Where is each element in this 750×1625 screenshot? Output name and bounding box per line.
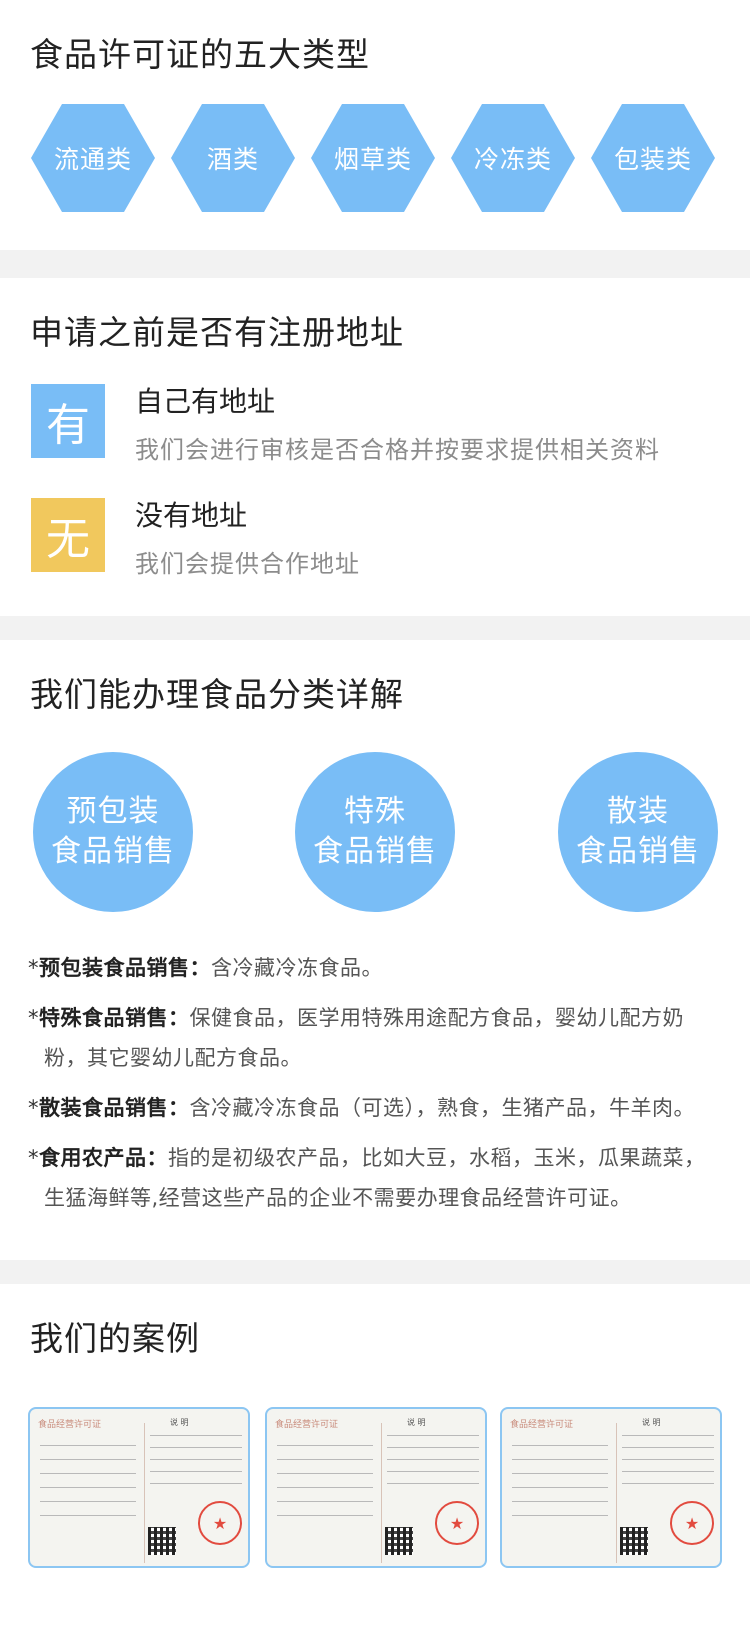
qr-code-icon xyxy=(385,1527,413,1555)
section-divider xyxy=(0,616,750,640)
type-hexagon-tobacco[interactable]: 烟草类 xyxy=(311,104,435,212)
type-hexagon-packaging[interactable]: 包装类 xyxy=(591,104,715,212)
section-divider xyxy=(0,250,750,278)
type-label: 烟草类 xyxy=(333,145,412,174)
category-circle-prepackaged[interactable]: 预包装 食品销售 xyxy=(33,752,193,912)
type-hexagon-circulation[interactable]: 流通类 xyxy=(31,104,155,212)
section-title: 食品许可证的五大类型 xyxy=(30,35,370,74)
type-label: 酒类 xyxy=(206,145,259,174)
section-title: 我们的案例 xyxy=(30,1319,200,1358)
section-divider xyxy=(0,1260,750,1284)
case-certificate-image[interactable]: 食品经营许可证 说 明 ★ xyxy=(500,1407,722,1568)
category-circle-special[interactable]: 特殊 食品销售 xyxy=(295,752,455,912)
type-label: 包装类 xyxy=(613,145,692,174)
type-hexagon-liquor[interactable]: 酒类 xyxy=(171,104,295,212)
no-address-badge: 无 xyxy=(31,498,105,572)
type-hexagon-frozen[interactable]: 冷冻类 xyxy=(451,104,575,212)
has-address-title: 自己有地址 xyxy=(135,385,276,418)
official-seal-icon: ★ xyxy=(670,1501,714,1545)
has-address-badge: 有 xyxy=(31,384,105,458)
no-address-title: 没有地址 xyxy=(135,499,248,532)
category-description: *食用农产品：指的是初级农产品，比如大豆，水稻，玉米，瓜果蔬菜， 生猛海鲜等,经… xyxy=(28,1146,706,1210)
category-description: *预包装食品销售：含冷藏冷冻食品。 xyxy=(28,956,383,980)
section-title: 我们能办理食品分类详解 xyxy=(30,675,404,714)
type-label: 流通类 xyxy=(53,145,132,174)
has-address-desc: 我们会进行审核是否合格并按要求提供相关资料 xyxy=(135,436,660,464)
qr-code-icon xyxy=(148,1527,176,1555)
qr-code-icon xyxy=(620,1527,648,1555)
category-circle-bulk[interactable]: 散装 食品销售 xyxy=(558,752,718,912)
section-license-types: 食品许可证的五大类型 流通类 酒类 烟草类 冷冻类 包装类 xyxy=(0,0,750,250)
category-description: *散装食品销售：含冷藏冷冻食品（可选），熟食，生猪产品，牛羊肉。 xyxy=(28,1096,695,1120)
case-certificate-image[interactable]: 食品经营许可证 说 明 ★ xyxy=(28,1407,250,1568)
official-seal-icon: ★ xyxy=(435,1501,479,1545)
case-certificate-image[interactable]: 食品经营许可证 说 明 ★ xyxy=(265,1407,487,1568)
no-address-desc: 我们会提供合作地址 xyxy=(135,550,360,578)
official-seal-icon: ★ xyxy=(198,1501,242,1545)
type-label: 冷冻类 xyxy=(473,145,552,174)
section-title: 申请之前是否有注册地址 xyxy=(30,313,404,352)
category-description: *特殊食品销售：保健食品，医学用特殊用途配方食品，婴幼儿配方奶 粉，其它婴幼儿配… xyxy=(28,1006,684,1070)
section-address: 申请之前是否有注册地址 有 自己有地址 我们会进行审核是否合格并按要求提供相关资… xyxy=(0,278,750,616)
